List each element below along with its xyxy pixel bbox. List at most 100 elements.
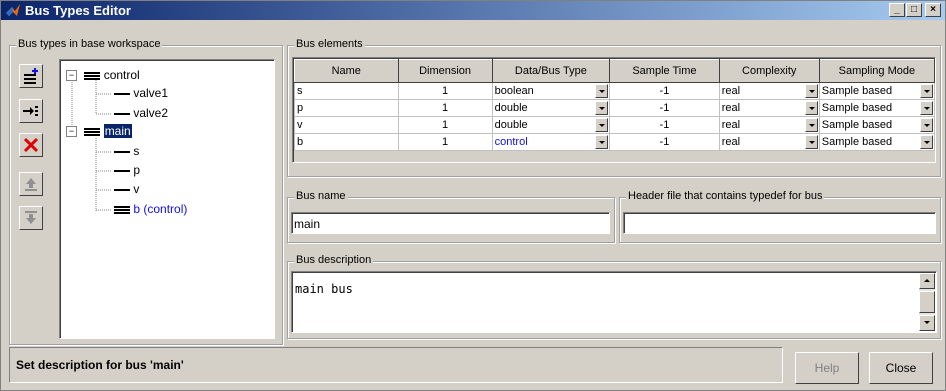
type-cell-text: double — [494, 102, 528, 114]
bus-elements-legend: Bus elements — [294, 38, 365, 50]
complexity-cell[interactable]: real — [718, 116, 820, 134]
dropdown-arrow-icon[interactable] — [920, 101, 933, 115]
type-cell[interactable]: boolean — [491, 82, 611, 100]
column-header[interactable]: Name — [294, 59, 399, 83]
description-scrollbar[interactable] — [919, 273, 935, 331]
type-cell[interactable]: double — [491, 116, 611, 134]
elements-table-frame: Name Dimension Data/Bus Type Sample Time… — [292, 57, 936, 163]
tree-node-label: s — [133, 144, 140, 158]
table-row[interactable]: s 1 boolean -1 real Sample based — [294, 82, 936, 100]
complexity-cell-text: real — [721, 119, 741, 131]
tree-node-b[interactable]: b (control) — [114, 202, 187, 217]
type-cell[interactable]: double — [491, 99, 611, 117]
complexity-cell[interactable]: real — [718, 133, 820, 151]
table-row[interactable]: p 1 double -1 real Sample based — [294, 99, 936, 117]
sample-time-cell[interactable]: -1 — [609, 116, 720, 134]
dimension-cell[interactable]: 1 — [397, 99, 493, 117]
dropdown-arrow-icon[interactable] — [804, 135, 818, 149]
dimension-cell[interactable]: 1 — [397, 82, 493, 100]
dimension-cell[interactable]: 1 — [397, 116, 493, 134]
sample-time-cell[interactable]: -1 — [609, 82, 720, 100]
name-cell[interactable]: p — [294, 99, 399, 117]
dropdown-arrow-icon[interactable] — [804, 101, 818, 115]
header-file-input[interactable] — [623, 212, 936, 234]
type-cell-text: double — [494, 119, 528, 131]
tree-node-label: control — [103, 68, 140, 82]
sampling-mode-cell[interactable]: Sample based — [818, 99, 936, 117]
dropdown-arrow-icon[interactable] — [920, 118, 933, 132]
dropdown-arrow-icon[interactable] — [595, 118, 609, 132]
sampling-mode-cell[interactable]: Sample based — [818, 82, 936, 100]
name-cell[interactable]: s — [294, 82, 399, 100]
bus-description-legend: Bus description — [294, 254, 374, 266]
type-cell[interactable]: control — [491, 133, 611, 151]
scroll-down-button[interactable] — [919, 315, 935, 331]
scroll-thumb[interactable] — [919, 291, 935, 313]
move-down-button[interactable] — [19, 206, 43, 230]
close-button[interactable]: Close — [869, 352, 933, 384]
collapse-icon[interactable]: − — [66, 126, 77, 138]
arrow-up-icon — [924, 279, 930, 282]
delete-button[interactable] — [19, 133, 43, 157]
tree-node-label: p — [133, 163, 141, 177]
name-cell-text: s — [297, 85, 303, 97]
tree-node-valve1[interactable]: valve1 — [114, 86, 168, 100]
name-cell[interactable]: b — [294, 133, 399, 151]
column-header[interactable]: Sample Time — [609, 59, 720, 83]
tree-node-s[interactable]: s — [114, 144, 139, 158]
sampling-mode-cell[interactable]: Sample based — [818, 133, 936, 151]
title-bar[interactable]: Bus Types Editor _ □ × — [1, 1, 945, 20]
column-header[interactable]: Complexity — [718, 59, 820, 83]
complexity-cell[interactable]: real — [718, 99, 820, 117]
move-down-icon — [25, 211, 37, 224]
dimension-cell-text: 1 — [442, 119, 449, 131]
sampling-mode-cell[interactable]: Sample based — [818, 116, 936, 134]
column-header[interactable]: Sampling Mode — [818, 59, 936, 83]
tree-node-valve2[interactable]: valve2 — [114, 106, 168, 120]
dropdown-arrow-icon[interactable] — [804, 118, 818, 132]
tree-node-label: b (control) — [133, 202, 188, 216]
name-cell[interactable]: v — [294, 116, 399, 134]
help-button[interactable]: Help — [795, 352, 859, 384]
complexity-cell-text: real — [721, 85, 741, 97]
table-row[interactable]: b 1 control -1 real Sample based — [294, 133, 936, 151]
elements-table: Name Dimension Data/Bus Type Sample Time… — [294, 59, 936, 151]
bus-name-input[interactable]: main — [291, 212, 610, 234]
column-header[interactable]: Data/Bus Type — [491, 59, 611, 83]
bus-name-legend: Bus name — [294, 190, 348, 202]
tree-node-v[interactable]: v — [114, 182, 139, 196]
tree-node-control[interactable]: − control — [66, 68, 140, 83]
move-up-icon — [25, 178, 37, 191]
dimension-cell[interactable]: 1 — [397, 133, 493, 151]
description-text: main bus — [295, 282, 353, 296]
bus-tree[interactable]: − control valve1 valve2 − main s p v b (… — [59, 59, 275, 339]
add-bus-icon — [24, 68, 38, 84]
bus-types-legend: Bus types in base workspace — [16, 38, 163, 50]
tree-node-label: main — [103, 124, 132, 138]
dropdown-arrow-icon[interactable] — [920, 135, 933, 149]
sample-time-cell[interactable]: -1 — [609, 99, 720, 117]
add-element-button[interactable] — [19, 99, 43, 123]
complexity-cell[interactable]: real — [718, 82, 820, 100]
table-row[interactable]: v 1 double -1 real Sample based — [294, 116, 936, 134]
bus-description-textarea[interactable]: main bus — [291, 271, 937, 333]
sample-time-cell[interactable]: -1 — [609, 133, 720, 151]
collapse-icon[interactable]: − — [66, 70, 77, 82]
dropdown-arrow-icon[interactable] — [804, 84, 818, 98]
tree-node-p[interactable]: p — [114, 163, 140, 177]
add-bus-button[interactable] — [19, 64, 43, 88]
name-cell-text: v — [297, 119, 303, 131]
dropdown-arrow-icon[interactable] — [595, 84, 609, 98]
close-window-button[interactable]: × — [925, 3, 941, 17]
sampling-mode-cell-text: Sample based — [821, 85, 893, 97]
dropdown-arrow-icon[interactable] — [595, 101, 609, 115]
dropdown-arrow-icon[interactable] — [595, 135, 609, 149]
tree-node-main[interactable]: − main — [66, 124, 132, 139]
bus-icon — [84, 125, 101, 139]
scroll-up-button[interactable] — [919, 273, 935, 289]
move-up-button[interactable] — [19, 172, 43, 196]
dropdown-arrow-icon[interactable] — [920, 84, 933, 98]
minimize-button[interactable]: _ — [889, 3, 905, 17]
column-header[interactable]: Dimension — [397, 59, 493, 83]
maximize-button[interactable]: □ — [906, 3, 922, 17]
